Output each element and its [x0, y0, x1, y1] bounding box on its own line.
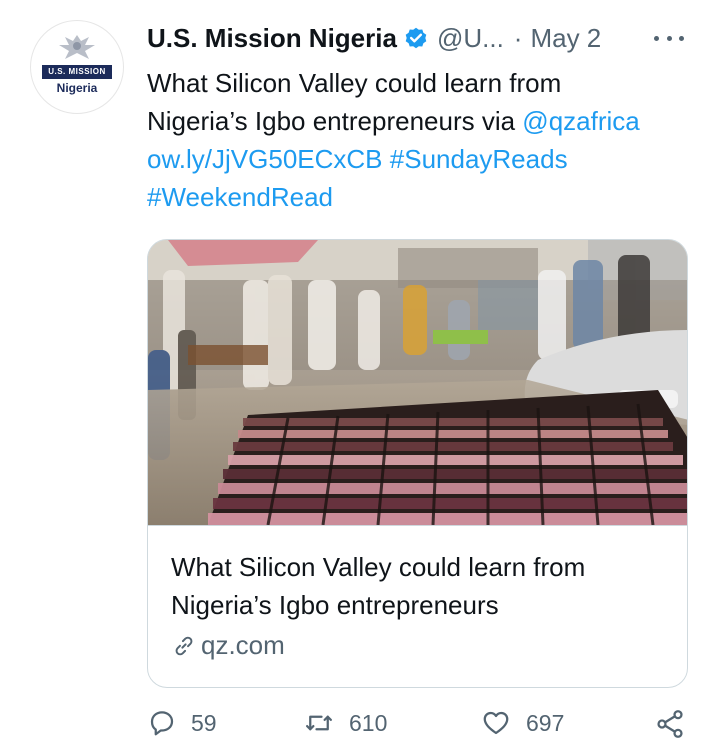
card-title-line: What Silicon Valley could learn from [171, 552, 586, 582]
card-body: What Silicon Valley could learn from Nig… [148, 525, 687, 687]
header-separator: · [513, 22, 523, 53]
reply-button[interactable]: 59 [147, 708, 217, 738]
avatar-band: U.S. MISSION [42, 65, 112, 79]
user-handle[interactable]: @U... [437, 23, 504, 54]
tweet-text-line: What Silicon Valley could learn from [147, 68, 562, 98]
verified-badge-icon [403, 25, 429, 51]
link-preview-card[interactable]: What Silicon Valley could learn from Nig… [147, 239, 688, 688]
hashtag-link[interactable]: #SundayReads [390, 144, 568, 174]
retweet-icon [306, 715, 332, 731]
eagle-seal-icon [59, 35, 95, 59]
tweet-date[interactable]: May 2 [530, 23, 601, 54]
tweet-header: U.S. Mission Nigeria @U... · May 2 [147, 20, 601, 56]
avatar[interactable]: U.S. MISSION Nigeria [30, 20, 124, 114]
card-image [148, 240, 687, 525]
card-domain: qz.com [171, 630, 285, 661]
like-button[interactable]: 697 [480, 708, 564, 738]
tweet-actions: 59 610 697 [147, 708, 692, 745]
tweet-text-line: ow.ly/JjVG50ECxCB #SundayReads [147, 140, 692, 178]
heart-icon [483, 711, 509, 735]
card-title-line: Nigeria’s Igbo entrepreneurs [171, 590, 499, 620]
short-link[interactable]: ow.ly/JjVG50ECxCB [147, 144, 383, 174]
card-title: What Silicon Valley could learn from Nig… [171, 548, 671, 624]
like-count: 697 [526, 709, 565, 736]
tweet-text-line: Nigeria’s Igbo entrepreneurs via @qzafri… [147, 102, 692, 140]
reply-icon [150, 711, 174, 736]
display-name[interactable]: U.S. Mission Nigeria [147, 23, 397, 54]
tweet-text-segment: Nigeria’s Igbo entrepreneurs via [147, 106, 523, 136]
avatar-country: Nigeria [56, 81, 98, 95]
retweet-button[interactable]: 610 [303, 708, 387, 738]
share-button[interactable] [654, 708, 686, 740]
retweet-count: 610 [349, 709, 388, 736]
tweet-text-line: #WeekendRead [147, 178, 692, 216]
mention-link[interactable]: @qzafrica [522, 106, 639, 136]
share-icon [657, 710, 683, 738]
more-options-icon[interactable] [652, 26, 686, 50]
tweet-text: What Silicon Valley could learn from Nig… [147, 64, 692, 216]
hashtag-link[interactable]: #WeekendRead [147, 182, 333, 212]
reply-count: 59 [191, 709, 217, 736]
link-icon [175, 636, 193, 655]
card-domain-text: qz.com [201, 630, 285, 660]
